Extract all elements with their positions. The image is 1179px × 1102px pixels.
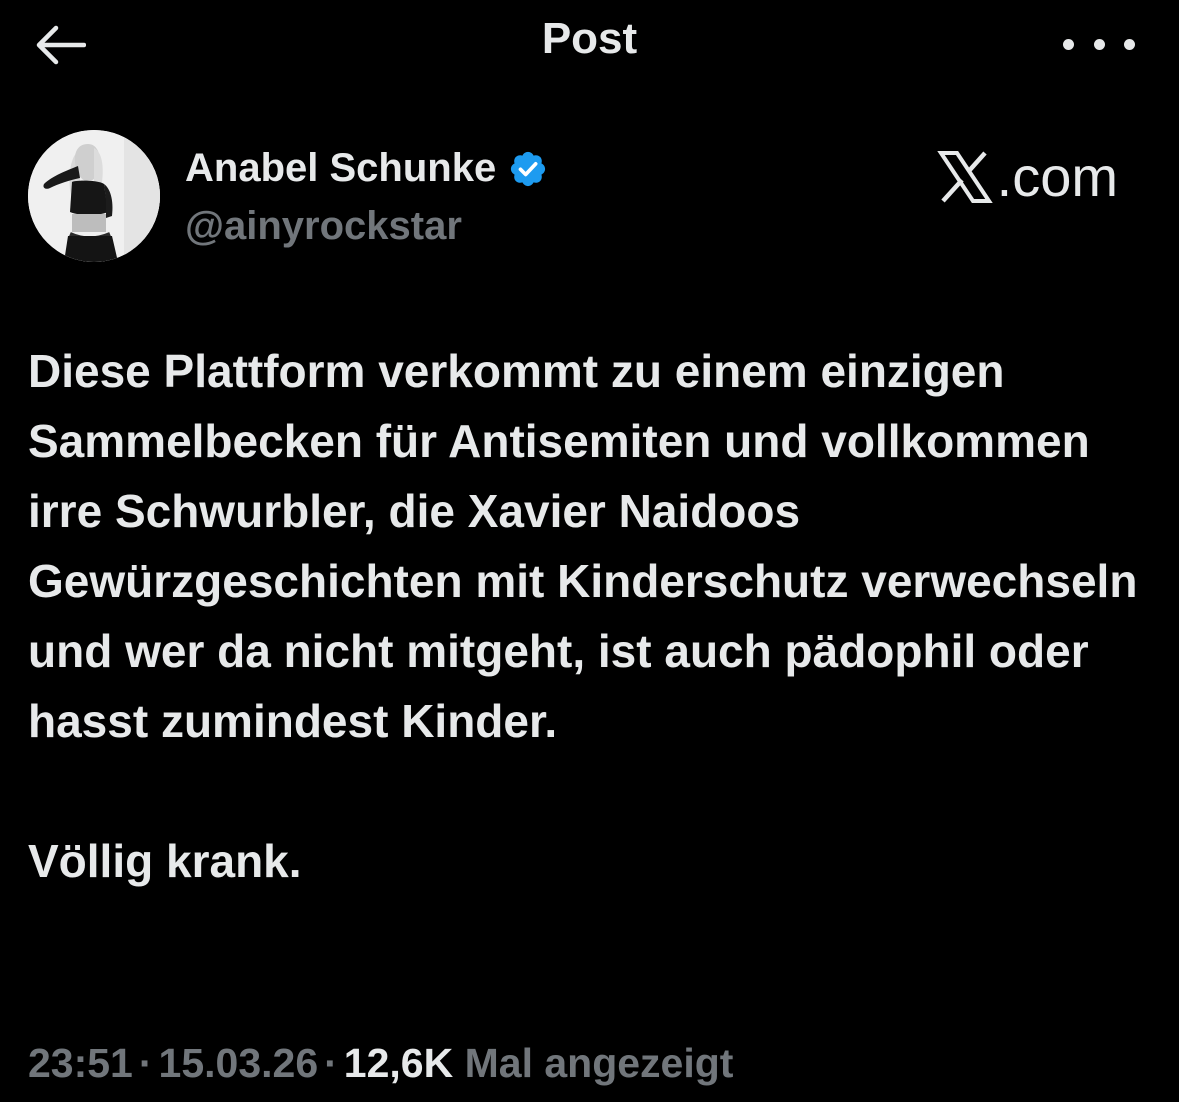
watermark-text: .com — [996, 145, 1118, 208]
display-name-row: Anabel Schunke — [185, 146, 548, 191]
post-text: Diese Plattform verkommt zu einem einzig… — [28, 336, 1158, 896]
xcom-watermark: .com — [935, 144, 1118, 209]
more-horizontal-icon — [1063, 38, 1074, 50]
avatar-photo — [28, 130, 160, 262]
post-time[interactable]: 23:51 — [28, 1040, 133, 1086]
more-horizontal-icon-dot — [1124, 38, 1135, 50]
user-handle[interactable]: @ainyrockstar — [185, 204, 462, 249]
more-options-button[interactable] — [1063, 26, 1135, 62]
page-title: Post — [541, 14, 638, 63]
more-horizontal-icon-dot — [1093, 38, 1105, 50]
arrow-left-icon — [36, 25, 86, 65]
verified-badge-icon — [511, 151, 546, 186]
top-bar: Post — [0, 0, 1179, 90]
post-author: Anabel Schunke @ainyrockstar .com — [28, 130, 1148, 270]
meta-separator: · — [138, 1040, 153, 1086]
post-metadata: 23:51 · 15.03.26 · 12,6K Mal angezeigt — [28, 1040, 733, 1087]
back-button[interactable] — [28, 20, 92, 70]
display-name[interactable]: Anabel Schunke — [185, 146, 496, 191]
meta-separator: · — [324, 1040, 338, 1086]
post-paragraph: Diese Plattform verkommt zu einem einzig… — [28, 345, 1138, 747]
views-label: Mal angezeigt — [464, 1040, 734, 1086]
avatar[interactable] — [28, 130, 160, 262]
views-count[interactable]: 12,6K — [344, 1040, 453, 1086]
post-paragraph: Völlig krank. — [28, 835, 302, 887]
post-date[interactable]: 15.03.26 — [159, 1040, 319, 1086]
x-logo-icon — [936, 150, 993, 203]
